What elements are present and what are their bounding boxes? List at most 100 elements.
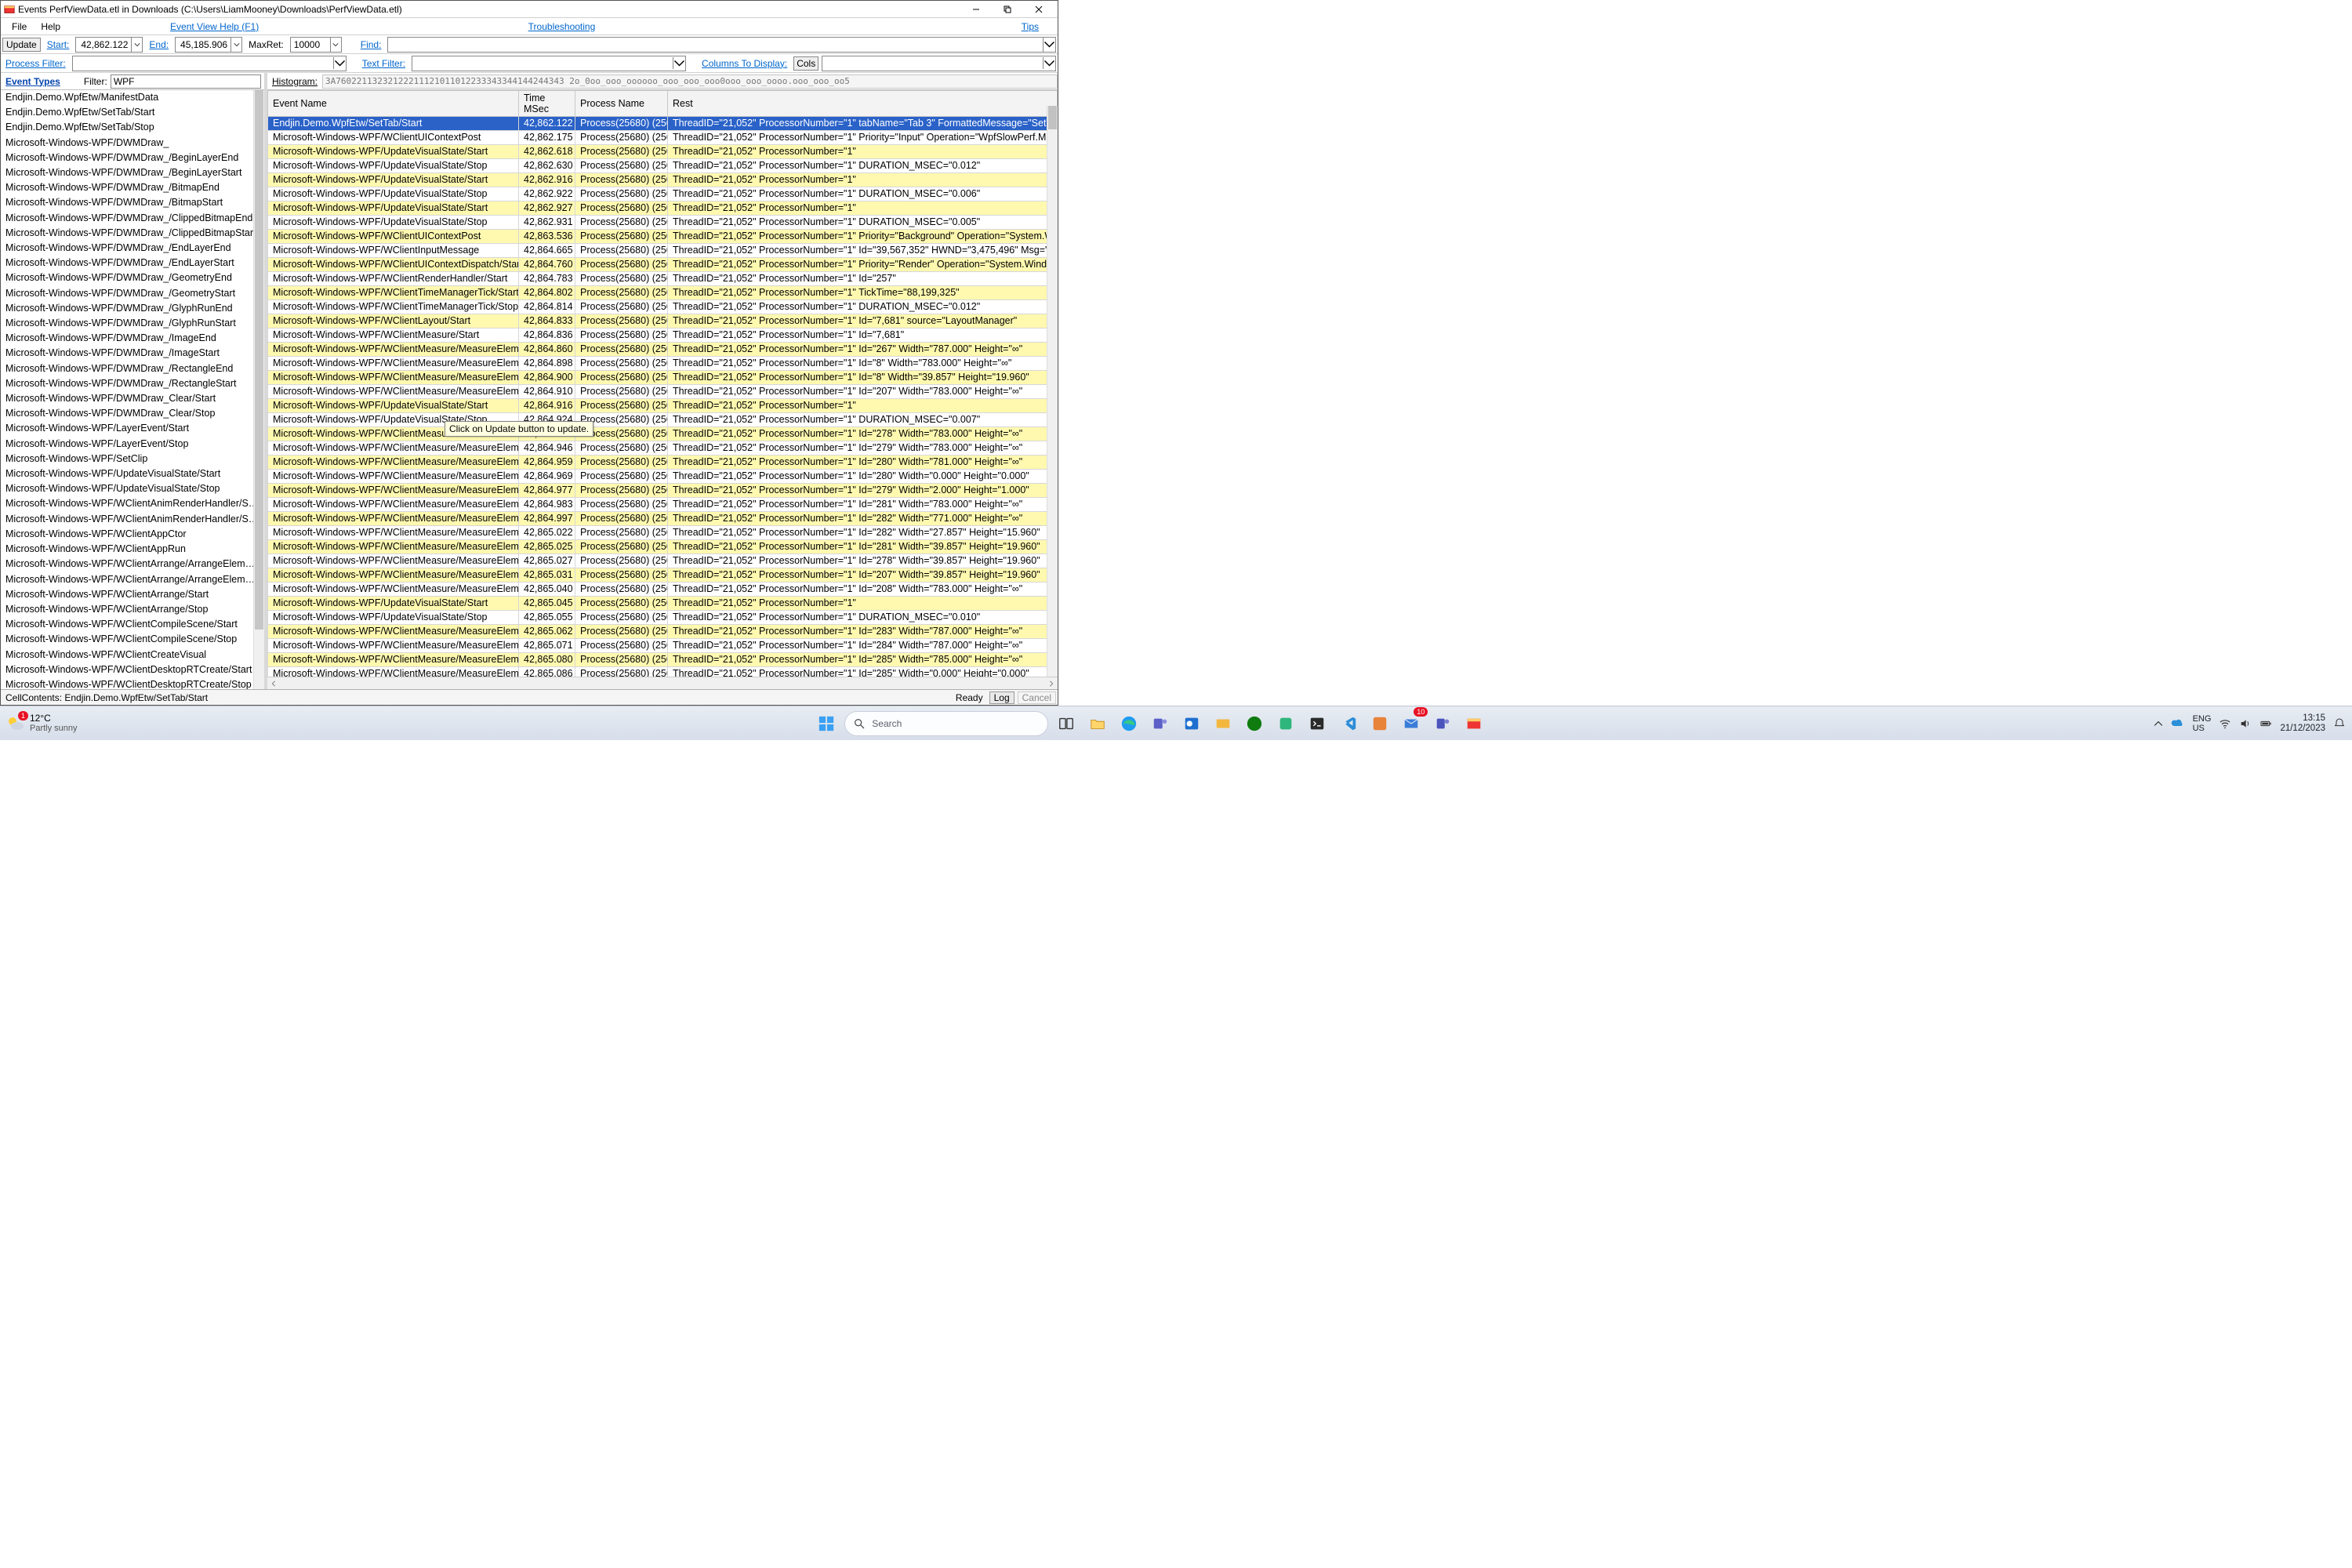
event-type-row[interactable]: Microsoft-Windows-WPF/DWMDraw_Clear/Star… (1, 391, 264, 406)
columns-combo[interactable] (822, 56, 1056, 71)
columns-input[interactable] (822, 58, 1043, 69)
volume-icon[interactable] (2239, 717, 2252, 730)
cell-rest[interactable]: ThreadID="21,052" ProcessorNumber="1" DU… (668, 611, 1058, 625)
taskbar-search[interactable]: Search (844, 711, 1048, 736)
cell-process[interactable]: Process(25680) (25680) (575, 385, 668, 399)
event-type-row[interactable]: Microsoft-Windows-WPF/WClientAnimRenderH… (1, 496, 264, 511)
cell-rest[interactable]: ThreadID="21,052" ProcessorNumber="1" Id… (668, 484, 1058, 498)
process-filter-input[interactable] (73, 58, 333, 69)
event-type-row[interactable]: Microsoft-Windows-WPF/DWMDraw_Clear/Stop (1, 406, 264, 421)
cell-process[interactable]: Process(25680) (25680) (575, 145, 668, 159)
cell-event-name[interactable]: Microsoft-Windows-WPF/WClientMeasure/Mea… (268, 456, 519, 470)
maximize-button[interactable] (992, 1, 1023, 18)
end-combo[interactable] (175, 37, 242, 53)
cell-rest[interactable]: ThreadID="21,052" ProcessorNumber="1" Pr… (668, 258, 1058, 272)
cell-event-name[interactable]: Microsoft-Windows-WPF/WClientMeasure/Mea… (268, 568, 519, 583)
cell-process[interactable]: Process(25680) (25680) (575, 343, 668, 357)
event-type-row[interactable]: Microsoft-Windows-WPF/WClientCompileScen… (1, 617, 264, 632)
teams-alt-icon[interactable] (1429, 710, 1456, 737)
event-type-row[interactable]: Microsoft-Windows-WPF/UpdateVisualState/… (1, 466, 264, 481)
start-label[interactable]: Start: (44, 39, 73, 50)
event-row[interactable]: Microsoft-Windows-WPF/UpdateVisualState/… (268, 173, 1058, 187)
cell-time[interactable]: 42,865.080 (519, 653, 575, 667)
cell-rest[interactable]: ThreadID="21,052" ProcessorNumber="1" Id… (668, 568, 1058, 583)
cell-rest[interactable]: ThreadID="21,052" ProcessorNumber="1" Id… (668, 639, 1058, 653)
cell-rest[interactable]: ThreadID="21,052" ProcessorNumber="1" Id… (668, 385, 1058, 399)
cell-process[interactable]: Process(25680) (25680) (575, 554, 668, 568)
cell-time[interactable]: 42,865.086 (519, 667, 575, 677)
event-row[interactable]: Microsoft-Windows-WPF/WClientMeasure/Mea… (268, 427, 1058, 441)
event-type-row[interactable]: Microsoft-Windows-WPF/DWMDraw_ (1, 136, 264, 151)
event-type-row[interactable]: Microsoft-Windows-WPF/DWMDraw_/ImageStar… (1, 346, 264, 361)
link-event-view-help[interactable]: Event View Help (F1) (164, 20, 265, 34)
event-row[interactable]: Microsoft-Windows-WPF/UpdateVisualState/… (268, 399, 1058, 413)
cell-rest[interactable]: ThreadID="21,052" ProcessorNumber="1" Id… (668, 554, 1058, 568)
cell-process[interactable]: Process(25680) (25680) (575, 611, 668, 625)
event-row[interactable]: Microsoft-Windows-WPF/UpdateVisualState/… (268, 216, 1058, 230)
cell-time[interactable]: 42,864.959 (519, 456, 575, 470)
event-row[interactable]: Microsoft-Windows-WPF/WClientMeasure/Mea… (268, 484, 1058, 498)
tray-lang[interactable]: ENGUS (2193, 714, 2212, 733)
link-troubleshooting[interactable]: Troubleshooting (522, 20, 602, 34)
col-rest[interactable]: Rest (668, 91, 1058, 117)
scrollbar-thumb[interactable] (255, 90, 263, 630)
cell-time[interactable]: 42,862.618 (519, 145, 575, 159)
cell-time[interactable]: 42,864.910 (519, 385, 575, 399)
cell-rest[interactable]: ThreadID="21,052" ProcessorNumber="1" Id… (668, 371, 1058, 385)
event-row[interactable]: Microsoft-Windows-WPF/WClientMeasure/Mea… (268, 625, 1058, 639)
cell-time[interactable]: 42,864.665 (519, 244, 575, 258)
cell-rest[interactable]: ThreadID="21,052" ProcessorNumber="1" (668, 201, 1058, 216)
cell-process[interactable]: Process(25680) (25680) (575, 159, 668, 173)
scroll-left-icon[interactable] (267, 678, 280, 689)
cell-time[interactable]: 42,862.927 (519, 201, 575, 216)
event-row[interactable]: Microsoft-Windows-WPF/WClientMeasure/Mea… (268, 554, 1058, 568)
cell-rest[interactable]: ThreadID="21,052" ProcessorNumber="1" Ti… (668, 286, 1058, 300)
cell-event-name[interactable]: Microsoft-Windows-WPF/WClientMeasure/Mea… (268, 583, 519, 597)
file-explorer-icon[interactable] (1084, 710, 1111, 737)
close-button[interactable] (1023, 1, 1054, 18)
cell-event-name[interactable]: Microsoft-Windows-WPF/UpdateVisualState/… (268, 216, 519, 230)
onedrive-icon[interactable] (2171, 717, 2185, 731)
cell-event-name[interactable]: Microsoft-Windows-WPF/WClientMeasure/Mea… (268, 554, 519, 568)
cell-process[interactable]: Process(25680) (25680) (575, 667, 668, 677)
cell-process[interactable]: Process(25680) (25680) (575, 512, 668, 526)
event-row[interactable]: Microsoft-Windows-WPF/WClientMeasure/Mea… (268, 385, 1058, 399)
app-yellow-icon[interactable] (1210, 710, 1236, 737)
event-type-row[interactable]: Microsoft-Windows-WPF/WClientArrange/Arr… (1, 557, 264, 572)
histogram-value[interactable]: 3A76022113232122211121011012233343344144… (322, 74, 1058, 89)
event-row[interactable]: Microsoft-Windows-WPF/WClientTimeManager… (268, 300, 1058, 314)
cell-time[interactable]: 42,865.040 (519, 583, 575, 597)
cell-process[interactable]: Process(25680) (25680) (575, 526, 668, 540)
col-process-name[interactable]: Process Name (575, 91, 668, 117)
event-row[interactable]: Microsoft-Windows-WPF/WClientLayout/Star… (268, 314, 1058, 328)
cell-time[interactable]: 42,862.931 (519, 216, 575, 230)
app-green-icon[interactable] (1272, 710, 1299, 737)
event-row[interactable]: Microsoft-Windows-WPF/UpdateVisualState/… (268, 159, 1058, 173)
cell-event-name[interactable]: Microsoft-Windows-WPF/WClientUIContextDi… (268, 258, 519, 272)
grid-hscrollbar[interactable] (267, 677, 1058, 689)
chevron-up-icon[interactable] (2154, 719, 2163, 728)
update-button[interactable]: Update (2, 38, 41, 52)
find-label[interactable]: Find: (358, 39, 385, 50)
cell-event-name[interactable]: Microsoft-Windows-WPF/UpdateVisualState/… (268, 597, 519, 611)
cell-event-name[interactable]: Microsoft-Windows-WPF/UpdateVisualState/… (268, 159, 519, 173)
cell-time[interactable]: 42,864.760 (519, 258, 575, 272)
cell-rest[interactable]: ThreadID="21,052" ProcessorNumber="1" Pr… (668, 230, 1058, 244)
cell-process[interactable]: Process(25680) (25680) (575, 441, 668, 456)
cell-rest[interactable]: ThreadID="21,052" ProcessorNumber="1" DU… (668, 187, 1058, 201)
cell-event-name[interactable]: Microsoft-Windows-WPF/WClientMeasure/Mea… (268, 470, 519, 484)
chevron-down-icon[interactable] (330, 38, 341, 52)
event-type-row[interactable]: Microsoft-Windows-WPF/DWMDraw_/GlyphRunE… (1, 301, 264, 316)
cell-event-name[interactable]: Microsoft-Windows-WPF/UpdateVisualState/… (268, 399, 519, 413)
col-event-name[interactable]: Event Name (268, 91, 519, 117)
cell-rest[interactable]: ThreadID="21,052" ProcessorNumber="1" Id… (668, 540, 1058, 554)
cell-time[interactable]: 42,863.536 (519, 230, 575, 244)
cell-process[interactable]: Process(25680) (25680) (575, 300, 668, 314)
event-type-row[interactable]: Endjin.Demo.WpfEtw/SetTab/Stop (1, 120, 264, 135)
wifi-icon[interactable] (2219, 717, 2231, 730)
vscode-icon[interactable] (1335, 710, 1362, 737)
event-type-row[interactable]: Microsoft-Windows-WPF/DWMDraw_/ImageEnd (1, 331, 264, 346)
process-filter-combo[interactable] (72, 56, 347, 71)
event-type-row[interactable]: Microsoft-Windows-WPF/WClientDesktopRTCr… (1, 677, 264, 689)
event-row[interactable]: Microsoft-Windows-WPF/UpdateVisualState/… (268, 187, 1058, 201)
